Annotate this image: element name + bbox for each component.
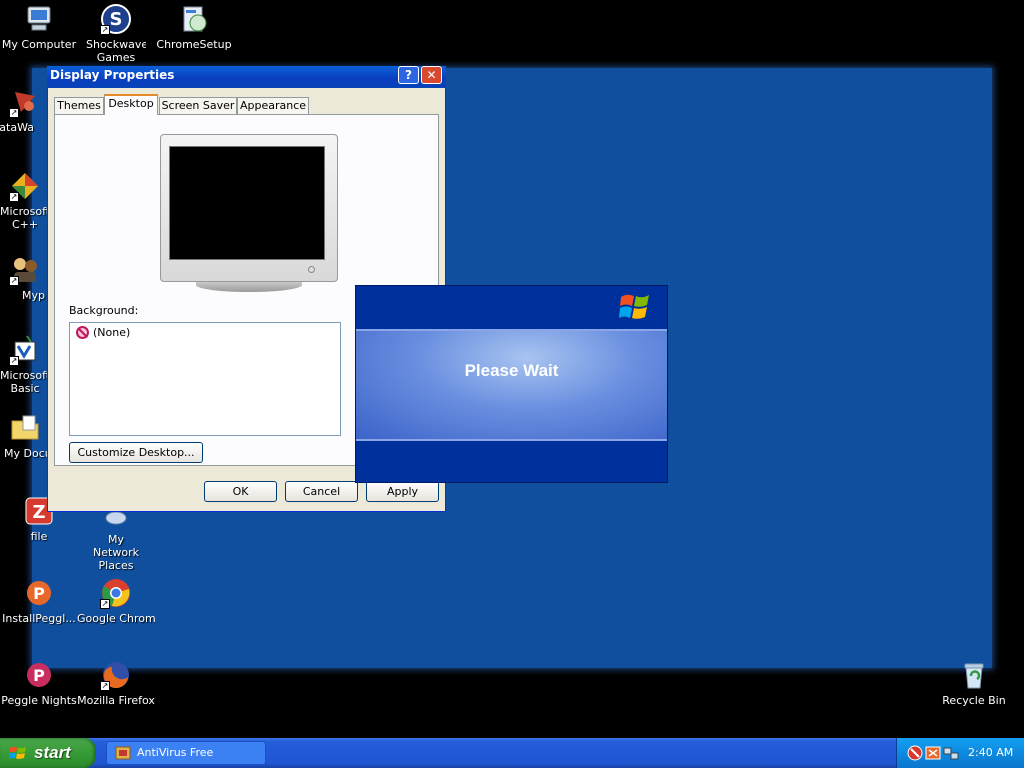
apply-button[interactable]: Apply [366,481,439,502]
peggle-icon: P [23,659,55,691]
ok-button[interactable]: OK [204,481,277,502]
please-wait-message: Please Wait [464,361,559,380]
shortcut-arrow-icon: ↗ [9,192,19,202]
recycle-bin-icon [958,659,990,691]
computer-icon [23,3,55,35]
people-icon: ↗ [9,254,41,286]
visual-cpp-icon: ↗ [9,170,41,202]
desktop-icon-installpeggle[interactable]: P InstallPeggl... [0,577,78,625]
shockwave-icon: S ↗ [100,3,132,35]
svg-text:P: P [33,666,45,685]
folder-icon [9,412,41,444]
windows-flag-icon [9,746,26,759]
none-icon [76,326,89,339]
background-item-label: (None) [93,326,131,339]
shortcut-arrow-icon: ↗ [100,25,110,35]
desktop-icon-mozilla-firefox[interactable]: ↗ Mozilla Firefox [77,659,155,707]
customize-desktop-button[interactable]: Customize Desktop... [69,442,203,463]
background-label: Background: [69,304,139,317]
cancel-button[interactable]: Cancel [285,481,358,502]
windows-logo-icon [619,294,649,319]
desktop-icon-label: ChromeSetup [156,38,232,51]
peggle-installer-icon: P [23,577,55,609]
desktop-icon-my-computer[interactable]: My Computer [0,3,78,51]
please-wait-header [356,286,667,328]
system-tray: 2:40 AM [896,738,1024,768]
desktop-icon-recycle-bin[interactable]: Recycle Bin [935,659,1013,707]
desktop-icon-label: Microsoft C++ [0,205,50,231]
shortcut-arrow-icon: ↗ [9,108,19,118]
desktop: My Computer S ↗ Shockwave Games ChromeSe… [0,0,1024,738]
desktop-icon-label: file [30,530,48,543]
tab-appearance[interactable]: Appearance [237,97,309,115]
please-wait-dialog: Please Wait [355,285,668,483]
tab-screen-saver[interactable]: Screen Saver [159,97,237,115]
installer-icon [178,3,210,35]
desktop-icon-label: Mozilla Firefox [77,694,155,707]
desktop-icon-shockwave-games[interactable]: S ↗ Shockwave Games [77,3,155,64]
antivirus-tray-icon[interactable] [925,745,941,761]
help-button[interactable]: ? [398,66,419,84]
tab-themes[interactable]: Themes [54,97,104,115]
list-item[interactable]: (None) [76,326,130,339]
desktop-icon-label: Shockwave Games [86,38,146,64]
desktop-icon-label: Google Chrome [77,612,155,625]
start-label: start [34,743,71,762]
clock[interactable]: 2:40 AM [968,746,1013,759]
tab-desktop[interactable]: Desktop [104,94,158,115]
firefox-icon: ↗ [100,659,132,691]
svg-text:Z: Z [32,502,45,523]
taskbar-item-label: AntiVirus Free [137,746,214,759]
desktop-icon-chromesetup[interactable]: ChromeSetup [155,3,233,51]
taskbar: start AntiVirus Free 2:40 AM [0,738,1024,768]
desktop-icon-label: My Computer [1,38,77,51]
please-wait-body: Please Wait [356,329,667,441]
security-alert-icon[interactable] [907,745,923,761]
desktop-icon-label: Microsoft Basic [0,369,50,395]
window-title: Display Properties [50,68,175,82]
background-list[interactable]: (None) [69,322,341,436]
svg-text:P: P [33,584,45,603]
display-properties-title-bar[interactable]: Display Properties ? ✕ [47,66,446,88]
desktop-icon-google-chrome[interactable]: ↗ Google Chrome [77,577,155,625]
desktop-icon-label: InstallPeggl... [2,612,76,625]
monitor-preview [160,134,338,294]
desktop-icon-label: My Network Places [93,533,139,572]
start-button[interactable]: start [0,738,96,768]
monitor-preview-screen [169,146,325,260]
shortcut-arrow-icon: ↗ [9,276,19,286]
monitor-power-icon [308,266,315,273]
visual-basic-icon: ↗ [9,334,41,366]
desktop-icon-label: Peggle Nights [1,694,77,707]
shortcut-arrow-icon: ↗ [9,356,19,366]
desktop-icon-peggle-nights[interactable]: P Peggle Nights [0,659,78,707]
shortcut-arrow-icon: ↗ [100,681,110,691]
desktop-icon-label: Recycle Bin [942,694,1006,707]
antivirus-icon [115,746,131,760]
chrome-icon: ↗ [100,577,132,609]
network-connection-icon[interactable] [943,745,959,761]
taskbar-item-antivirus-free[interactable]: AntiVirus Free [106,741,266,765]
svg-text:S: S [110,9,123,30]
shortcut-arrow-icon: ↗ [100,599,110,609]
close-button[interactable]: ✕ [421,66,442,84]
datawa-icon: ↗ [9,86,41,118]
